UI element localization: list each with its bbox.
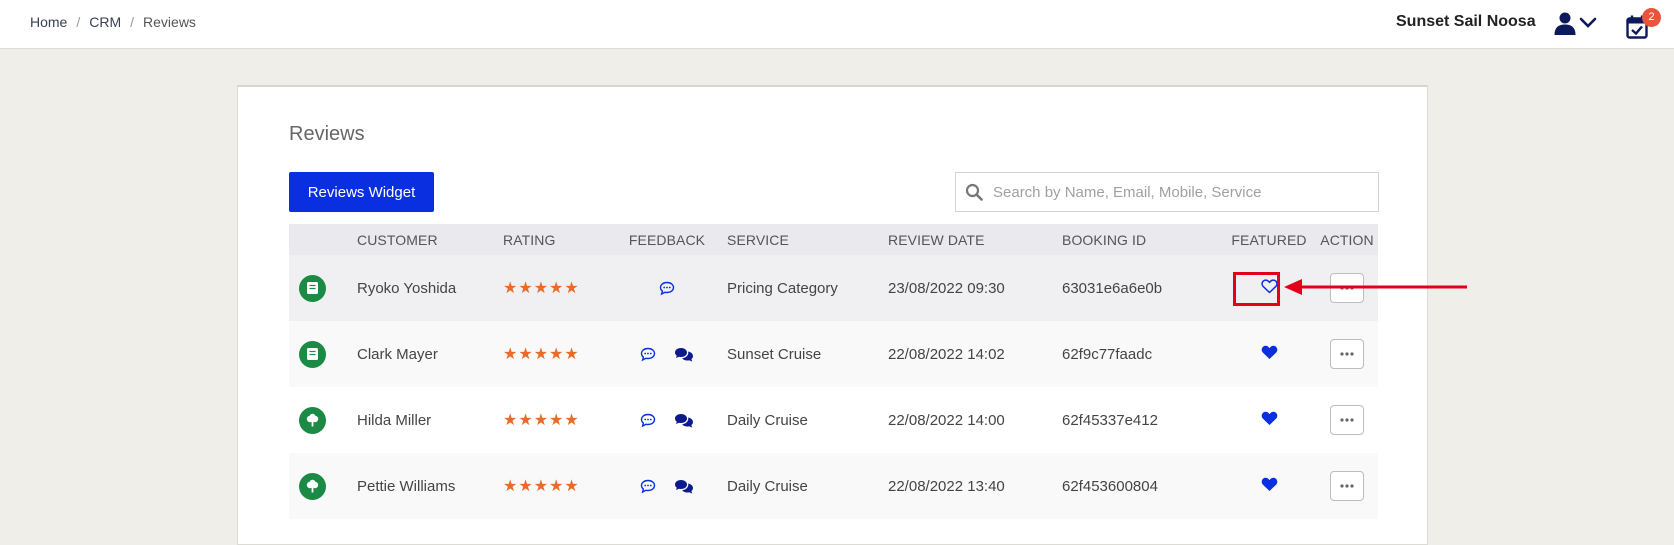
column-header-booking-id[interactable]: BOOKING ID	[1062, 224, 1222, 255]
breadcrumb: Home / CRM / Reviews	[30, 14, 196, 30]
notification-badge: 2	[1642, 8, 1661, 27]
search-box	[955, 172, 1379, 212]
column-header-service[interactable]: SERVICE	[727, 224, 888, 255]
table-row[interactable]: Clark Mayer ★★★★★ Sunset Cruise 22/08/20…	[289, 321, 1378, 387]
user-menu-button[interactable]	[1553, 8, 1597, 38]
service-name: Sunset Cruise	[727, 345, 822, 363]
comment-icon[interactable]	[659, 281, 675, 296]
search-input[interactable]	[991, 182, 1375, 202]
star-rating: ★★★★★	[503, 280, 580, 297]
service-name: Pricing Category	[727, 279, 838, 297]
book-icon	[299, 340, 326, 368]
heart-outline-icon[interactable]	[1260, 278, 1278, 294]
chevron-down-icon	[1579, 17, 1597, 28]
column-header-review-date[interactable]: REVIEW DATE	[888, 224, 1062, 255]
user-icon	[1554, 12, 1576, 35]
reviews-widget-button[interactable]: Reviews Widget	[289, 172, 434, 212]
calendar-button[interactable]: 2	[1626, 8, 1661, 40]
column-header-source	[289, 224, 357, 255]
comments-reply-icon[interactable]	[674, 347, 694, 363]
comments-reply-icon[interactable]	[674, 479, 694, 495]
breadcrumb-separator: /	[130, 14, 135, 30]
ellipsis-icon	[1340, 352, 1354, 356]
customer-name: Hilda Miller	[357, 411, 432, 429]
comments-reply-icon[interactable]	[674, 413, 694, 429]
heart-filled-icon[interactable]	[1261, 477, 1278, 492]
review-date: 22/08/2022 14:00	[888, 411, 1005, 429]
page-title: Reviews	[289, 123, 365, 145]
table-row[interactable]: Hilda Miller ★★★★★ Daily Cruise 22/08/20…	[289, 387, 1378, 453]
heart-filled-icon[interactable]	[1261, 411, 1278, 426]
booking-id: 62f45337e412	[1062, 411, 1158, 429]
heart-filled-icon[interactable]	[1261, 345, 1278, 360]
comment-icon[interactable]	[640, 347, 656, 362]
customer-name: Ryoko Yoshida	[357, 279, 457, 297]
table-row[interactable]: Pettie Williams ★★★★★ Daily Cruise 22/08…	[289, 453, 1378, 519]
table-header: CUSTOMER RATING FEEDBACK SERVICE REVIEW …	[289, 224, 1378, 255]
review-date: 22/08/2022 14:02	[888, 345, 1005, 363]
ellipsis-icon	[1340, 418, 1354, 422]
annotation-arrow	[1284, 279, 1467, 295]
reviews-table: CUSTOMER RATING FEEDBACK SERVICE REVIEW …	[289, 224, 1378, 519]
comment-icon[interactable]	[640, 479, 656, 494]
breadcrumb-crm[interactable]: CRM	[89, 14, 121, 30]
tree-icon	[299, 406, 326, 434]
action-menu-button[interactable]	[1330, 405, 1364, 435]
column-header-customer[interactable]: CUSTOMER	[357, 224, 503, 255]
action-menu-button[interactable]	[1330, 471, 1364, 501]
tree-icon	[299, 472, 326, 500]
star-rating: ★★★★★	[503, 346, 580, 363]
search-icon	[965, 183, 983, 201]
breadcrumb-separator: /	[76, 14, 81, 30]
column-header-feedback: FEEDBACK	[628, 231, 706, 248]
breadcrumb-reviews: Reviews	[143, 14, 196, 30]
service-name: Daily Cruise	[727, 411, 808, 429]
ellipsis-icon	[1340, 484, 1354, 488]
star-rating: ★★★★★	[503, 412, 580, 429]
booking-id: 62f453600804	[1062, 477, 1158, 495]
service-name: Daily Cruise	[727, 477, 808, 495]
column-header-rating[interactable]: RATING	[503, 224, 607, 255]
column-header-featured: FEATURED	[1231, 231, 1307, 248]
booking-id: 63031e6a6e0b	[1062, 279, 1163, 297]
review-date: 22/08/2022 13:40	[888, 477, 1005, 495]
customer-name: Pettie Williams	[357, 477, 456, 495]
book-icon	[299, 274, 326, 302]
comment-icon[interactable]	[640, 413, 656, 428]
breadcrumb-home[interactable]: Home	[30, 14, 67, 30]
top-bar: Home / CRM / Reviews Sunset Sail Noosa 2	[0, 0, 1674, 49]
table-row[interactable]: Ryoko Yoshida ★★★★★ Pricing Category 23/…	[289, 255, 1378, 321]
review-date: 23/08/2022 09:30	[888, 279, 1005, 297]
reviews-card: Reviews Reviews Widget CUSTOMER RATING F…	[237, 85, 1428, 545]
booking-id: 62f9c77faadc	[1062, 345, 1153, 363]
customer-name: Clark Mayer	[357, 345, 438, 363]
action-menu-button[interactable]	[1330, 339, 1364, 369]
column-header-action: ACTION	[1320, 231, 1374, 248]
star-rating: ★★★★★	[503, 478, 580, 495]
company-name: Sunset Sail Noosa	[1396, 13, 1536, 30]
